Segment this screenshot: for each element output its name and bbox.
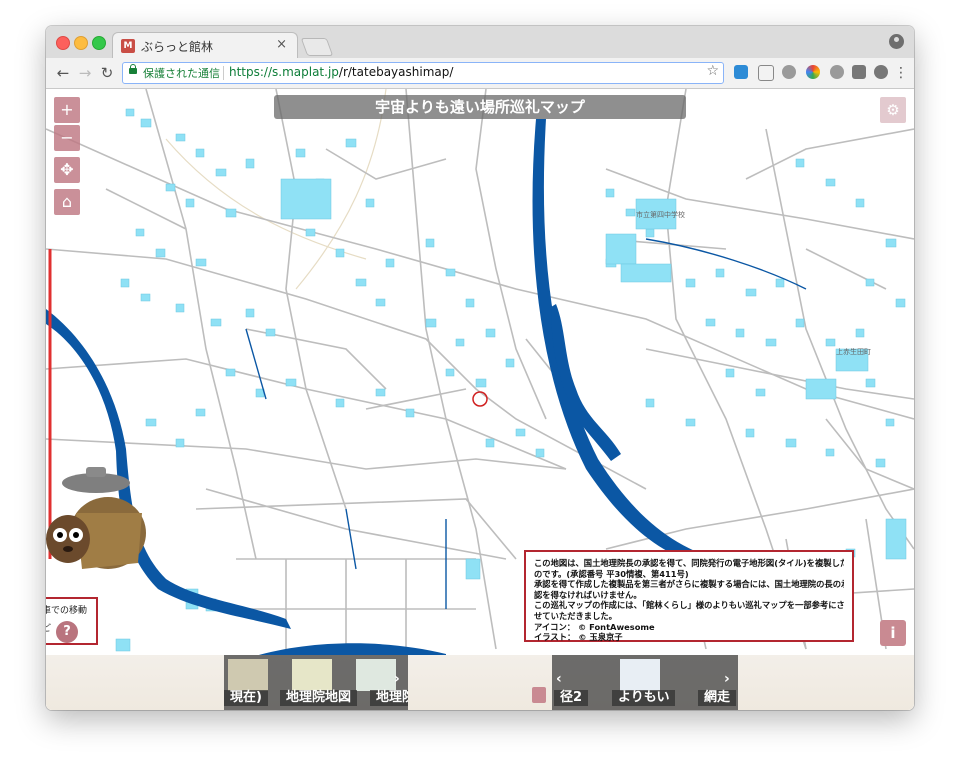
- favicon-icon: M: [121, 39, 135, 53]
- chevron-right-icon[interactable]: ›: [724, 671, 730, 687]
- extension-circle-icon[interactable]: [830, 65, 844, 79]
- attribution-line: この地図は、国土地理院長の承認を得て、同院発行の電子地形図(タイル)を複製したも: [534, 558, 844, 568]
- url-path: /r/tatebayashimap/: [338, 65, 454, 79]
- carousel-item-label[interactable]: 地理院: [370, 690, 408, 706]
- map-viewport[interactable]: 市立第四中学校 上赤生田町 宇宙よりも遠い場所巡礼マップ + − ✥ ⌂ ⚙ こ…: [46, 89, 914, 710]
- map-title: 宇宙よりも遠い場所巡礼マップ: [274, 95, 686, 119]
- info-button[interactable]: i: [880, 620, 906, 646]
- attribution-line: 認を得なければいけません。: [534, 589, 642, 600]
- maximize-window-button[interactable]: [92, 36, 106, 50]
- chevron-left-icon[interactable]: ‹: [556, 671, 562, 687]
- color-picker-icon[interactable]: [806, 65, 820, 79]
- minimize-window-button[interactable]: [74, 36, 88, 50]
- attribution-box: この地図は、国土地理院長の承認を得て、同院発行の電子地形図(タイル)を複製したも…: [524, 550, 854, 642]
- camera-icon[interactable]: [852, 65, 866, 79]
- close-window-button[interactable]: [56, 36, 70, 50]
- map-thumbnail[interactable]: [292, 659, 332, 691]
- gear-icon[interactable]: ⚙: [880, 97, 906, 123]
- carousel-item-label[interactable]: 網走: [698, 690, 737, 706]
- poi-info-text: ど: [46, 624, 52, 634]
- url-separator: [223, 66, 224, 80]
- forward-icon[interactable]: →: [76, 64, 94, 82]
- svg-text:上赤生田町: 上赤生田町: [836, 347, 871, 356]
- zoom-out-button[interactable]: −: [54, 125, 80, 151]
- attribution-line: 承認を得て作成した複製品を第三者がさらに複製する場合には、国土地理院の長の承: [534, 579, 844, 590]
- attribution-line: のです。(承認番号 平30情複、第411号): [534, 568, 689, 579]
- url-host: https://s.maplat.jp: [229, 65, 339, 79]
- base-map-strip: [46, 655, 914, 710]
- overlay-carousel[interactable]: ‹ 径2 よりもい 網走 ›: [552, 655, 738, 710]
- zoom-in-button[interactable]: +: [54, 97, 80, 123]
- cloud-icon[interactable]: [782, 65, 796, 79]
- browser-window: M ぶらっと館林 × ← → ↻ 保護された通信 https://s.mapla…: [46, 26, 914, 710]
- map-thumbnail[interactable]: [228, 659, 268, 691]
- locate-button[interactable]: ✥: [54, 157, 80, 183]
- carousel-item-label[interactable]: 現在): [224, 690, 268, 706]
- carousel-item-label[interactable]: 地理院地図: [280, 690, 358, 706]
- basemap-carousel[interactable]: 現在) 地理院地図 地理院 ›: [224, 655, 408, 710]
- back-icon[interactable]: ←: [54, 64, 72, 82]
- url-text[interactable]: https://s.maplat.jp/r/tatebayashimap/: [229, 65, 453, 79]
- reload-icon[interactable]: ↻: [98, 64, 116, 82]
- search-extension-icon[interactable]: [874, 65, 888, 79]
- help-button[interactable]: ?: [56, 621, 78, 643]
- extension-icon[interactable]: [734, 65, 748, 79]
- tab-close-icon[interactable]: ×: [276, 37, 287, 52]
- map-thumbnail[interactable]: [356, 659, 396, 691]
- map-thumbnail[interactable]: [620, 659, 660, 691]
- tab-strip: M ぶらっと館林 ×: [46, 26, 914, 59]
- menu-icon[interactable]: ⋮: [892, 64, 910, 82]
- address-bar[interactable]: 保護された通信 https://s.maplat.jp/r/tatebayash…: [122, 62, 724, 84]
- tab-title: ぶらっと館林: [141, 40, 214, 54]
- poi-info-text: 車での移動: [46, 606, 88, 616]
- svg-text:市立第四中学校: 市立第四中学校: [636, 210, 685, 219]
- lock-icon: [129, 64, 137, 74]
- attribution-line: せていただきました。: [534, 610, 617, 621]
- secure-label: 保護された通信: [143, 67, 220, 80]
- chevron-right-icon[interactable]: ›: [394, 671, 400, 687]
- attribution-line: イラスト： © 玉泉京子: [534, 632, 623, 643]
- new-tab-button[interactable]: [300, 38, 334, 56]
- tanuki-mascot-illustration: [46, 467, 146, 569]
- cast-icon[interactable]: [758, 65, 774, 81]
- carousel-item-label[interactable]: 径2: [554, 690, 589, 706]
- browser-tab[interactable]: M ぶらっと館林 ×: [112, 32, 298, 59]
- attribution-line: アイコン： © FontAwesome: [534, 621, 655, 632]
- profile-icon[interactable]: [889, 34, 904, 49]
- star-icon[interactable]: ☆: [706, 63, 719, 79]
- carousel-scroll-thumb[interactable]: [532, 687, 546, 703]
- home-button[interactable]: ⌂: [54, 189, 80, 215]
- carousel-item-label[interactable]: よりもい: [612, 690, 676, 706]
- browser-toolbar: ← → ↻ 保護された通信 https://s.maplat.jp/r/tate…: [46, 58, 914, 89]
- attribution-line: この巡礼マップの作成には、「館林くらし」様のよりもい巡礼マップを一部参考にさ: [534, 600, 844, 611]
